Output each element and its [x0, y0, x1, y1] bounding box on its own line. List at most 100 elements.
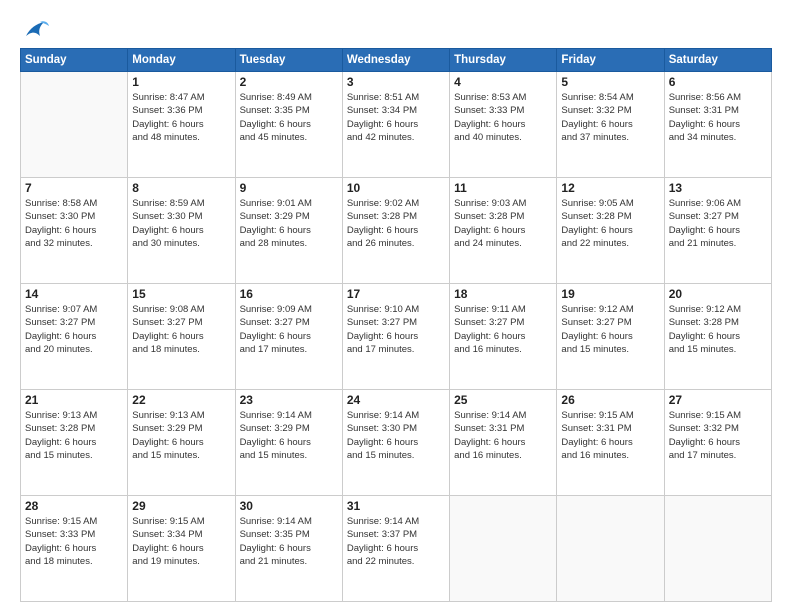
cell-date-number: 19 [561, 287, 659, 301]
cell-info-text: Sunrise: 8:56 AM Sunset: 3:31 PM Dayligh… [669, 91, 767, 144]
calendar-cell: 11Sunrise: 9:03 AM Sunset: 3:28 PM Dayli… [450, 178, 557, 284]
cell-info-text: Sunrise: 8:58 AM Sunset: 3:30 PM Dayligh… [25, 197, 123, 250]
calendar-table: SundayMondayTuesdayWednesdayThursdayFrid… [20, 48, 772, 602]
cell-info-text: Sunrise: 9:14 AM Sunset: 3:37 PM Dayligh… [347, 515, 445, 568]
calendar-cell: 12 Sunrise: 9:05 AM Sunset: 3:28 PM Dayli… [557, 178, 664, 284]
cell-date-number: 10 [347, 181, 445, 195]
cell-date-number: 2 [240, 75, 338, 89]
header-day: Thursday [450, 49, 557, 72]
cell-date-number: 9 [240, 181, 338, 195]
cell-date-number: 14 [25, 287, 123, 301]
calendar-week-row: 1 Sunrise: 8:47 AM Sunset: 3:36 PM Daylig… [21, 72, 772, 178]
cell-date-number: 12 [561, 181, 659, 195]
cell-date-number: 26 [561, 393, 659, 407]
calendar-body: 1 Sunrise: 8:47 AM Sunset: 3:36 PM Daylig… [21, 72, 772, 602]
header-day: Wednesday [342, 49, 449, 72]
calendar-cell: 21 Sunrise: 9:13 AM Sunset: 3:28 PM Dayli… [21, 390, 128, 496]
calendar-cell: 18 Sunrise: 9:11 AM Sunset: 3:27 PM Dayli… [450, 284, 557, 390]
calendar-cell: 31 Sunrise: 9:14 AM Sunset: 3:37 PM Dayli… [342, 496, 449, 602]
cell-info-text: Sunrise: 9:13 AM Sunset: 3:28 PM Dayligh… [25, 409, 123, 462]
calendar-week-row: 7 Sunrise: 8:58 AM Sunset: 3:30 PM Daylig… [21, 178, 772, 284]
cell-info-text: Sunrise: 9:14 AM Sunset: 3:29 PM Dayligh… [240, 409, 338, 462]
cell-date-number: 31 [347, 499, 445, 513]
cell-date-number: 3 [347, 75, 445, 89]
cell-info-text: Sunrise: 9:02 AM Sunset: 3:28 PM Dayligh… [347, 197, 445, 250]
cell-info-text: Sunrise: 9:11 AM Sunset: 3:27 PM Dayligh… [454, 303, 552, 356]
calendar-cell: 26 Sunrise: 9:15 AM Sunset: 3:31 PM Dayli… [557, 390, 664, 496]
calendar-cell: 25 Sunrise: 9:14 AM Sunset: 3:31 PM Dayli… [450, 390, 557, 496]
calendar-cell: 29Sunrise: 9:15 AM Sunset: 3:34 PM Dayli… [128, 496, 235, 602]
calendar-header: SundayMondayTuesdayWednesdayThursdayFrid… [21, 49, 772, 72]
cell-info-text: Sunrise: 9:09 AM Sunset: 3:27 PM Dayligh… [240, 303, 338, 356]
header-day: Saturday [664, 49, 771, 72]
cell-info-text: Sunrise: 9:14 AM Sunset: 3:35 PM Dayligh… [240, 515, 338, 568]
calendar-week-row: 21 Sunrise: 9:13 AM Sunset: 3:28 PM Dayli… [21, 390, 772, 496]
header-row: SundayMondayTuesdayWednesdayThursdayFrid… [21, 49, 772, 72]
cell-date-number: 27 [669, 393, 767, 407]
calendar-cell: 30 Sunrise: 9:14 AM Sunset: 3:35 PM Dayli… [235, 496, 342, 602]
cell-info-text: Sunrise: 8:54 AM Sunset: 3:32 PM Dayligh… [561, 91, 659, 144]
calendar-cell: 22 Sunrise: 9:13 AM Sunset: 3:29 PM Dayli… [128, 390, 235, 496]
cell-date-number: 17 [347, 287, 445, 301]
cell-date-number: 29 [132, 499, 230, 513]
cell-date-number: 28 [25, 499, 123, 513]
cell-info-text: Sunrise: 9:15 AM Sunset: 3:31 PM Dayligh… [561, 409, 659, 462]
calendar-week-row: 28Sunrise: 9:15 AM Sunset: 3:33 PM Dayli… [21, 496, 772, 602]
calendar-cell: 20Sunrise: 9:12 AM Sunset: 3:28 PM Dayli… [664, 284, 771, 390]
cell-date-number: 18 [454, 287, 552, 301]
calendar-cell [664, 496, 771, 602]
calendar-cell: 24 Sunrise: 9:14 AM Sunset: 3:30 PM Dayli… [342, 390, 449, 496]
calendar-cell: 19 Sunrise: 9:12 AM Sunset: 3:27 PM Dayli… [557, 284, 664, 390]
cell-date-number: 23 [240, 393, 338, 407]
cell-date-number: 5 [561, 75, 659, 89]
calendar-cell: 16 Sunrise: 9:09 AM Sunset: 3:27 PM Dayli… [235, 284, 342, 390]
calendar-cell: 8 Sunrise: 8:59 AM Sunset: 3:30 PM Daylig… [128, 178, 235, 284]
cell-date-number: 22 [132, 393, 230, 407]
calendar-cell: 3 Sunrise: 8:51 AM Sunset: 3:34 PM Daylig… [342, 72, 449, 178]
cell-info-text: Sunrise: 9:10 AM Sunset: 3:27 PM Dayligh… [347, 303, 445, 356]
calendar-cell: 13 Sunrise: 9:06 AM Sunset: 3:27 PM Dayli… [664, 178, 771, 284]
calendar-cell [557, 496, 664, 602]
cell-info-text: Sunrise: 9:13 AM Sunset: 3:29 PM Dayligh… [132, 409, 230, 462]
cell-info-text: Sunrise: 9:15 AM Sunset: 3:32 PM Dayligh… [669, 409, 767, 462]
header [20, 18, 772, 40]
cell-info-text: Sunrise: 9:05 AM Sunset: 3:28 PM Dayligh… [561, 197, 659, 250]
calendar-cell: 4Sunrise: 8:53 AM Sunset: 3:33 PM Daylig… [450, 72, 557, 178]
cell-info-text: Sunrise: 8:47 AM Sunset: 3:36 PM Dayligh… [132, 91, 230, 144]
cell-info-text: Sunrise: 8:51 AM Sunset: 3:34 PM Dayligh… [347, 91, 445, 144]
cell-date-number: 15 [132, 287, 230, 301]
calendar-week-row: 14 Sunrise: 9:07 AM Sunset: 3:27 PM Dayli… [21, 284, 772, 390]
calendar-cell: 17 Sunrise: 9:10 AM Sunset: 3:27 PM Dayli… [342, 284, 449, 390]
cell-date-number: 25 [454, 393, 552, 407]
cell-info-text: Sunrise: 9:06 AM Sunset: 3:27 PM Dayligh… [669, 197, 767, 250]
calendar-cell: 2Sunrise: 8:49 AM Sunset: 3:35 PM Daylig… [235, 72, 342, 178]
calendar-cell [21, 72, 128, 178]
cell-date-number: 7 [25, 181, 123, 195]
calendar-cell: 9Sunrise: 9:01 AM Sunset: 3:29 PM Daylig… [235, 178, 342, 284]
calendar-cell: 10 Sunrise: 9:02 AM Sunset: 3:28 PM Dayli… [342, 178, 449, 284]
header-day: Monday [128, 49, 235, 72]
calendar-cell: 14 Sunrise: 9:07 AM Sunset: 3:27 PM Dayli… [21, 284, 128, 390]
header-day: Friday [557, 49, 664, 72]
cell-date-number: 13 [669, 181, 767, 195]
cell-info-text: Sunrise: 9:07 AM Sunset: 3:27 PM Dayligh… [25, 303, 123, 356]
header-day: Tuesday [235, 49, 342, 72]
header-day: Sunday [21, 49, 128, 72]
cell-date-number: 16 [240, 287, 338, 301]
cell-info-text: Sunrise: 9:12 AM Sunset: 3:27 PM Dayligh… [561, 303, 659, 356]
cell-info-text: Sunrise: 8:59 AM Sunset: 3:30 PM Dayligh… [132, 197, 230, 250]
cell-date-number: 30 [240, 499, 338, 513]
cell-date-number: 20 [669, 287, 767, 301]
cell-date-number: 8 [132, 181, 230, 195]
calendar-cell: 28Sunrise: 9:15 AM Sunset: 3:33 PM Dayli… [21, 496, 128, 602]
cell-date-number: 4 [454, 75, 552, 89]
calendar-cell: 15Sunrise: 9:08 AM Sunset: 3:27 PM Dayli… [128, 284, 235, 390]
logo [20, 18, 50, 40]
logo-bird-icon [22, 18, 50, 40]
cell-date-number: 1 [132, 75, 230, 89]
cell-date-number: 24 [347, 393, 445, 407]
cell-info-text: Sunrise: 9:14 AM Sunset: 3:30 PM Dayligh… [347, 409, 445, 462]
cell-info-text: Sunrise: 9:14 AM Sunset: 3:31 PM Dayligh… [454, 409, 552, 462]
calendar-cell: 27 Sunrise: 9:15 AM Sunset: 3:32 PM Dayli… [664, 390, 771, 496]
cell-date-number: 21 [25, 393, 123, 407]
